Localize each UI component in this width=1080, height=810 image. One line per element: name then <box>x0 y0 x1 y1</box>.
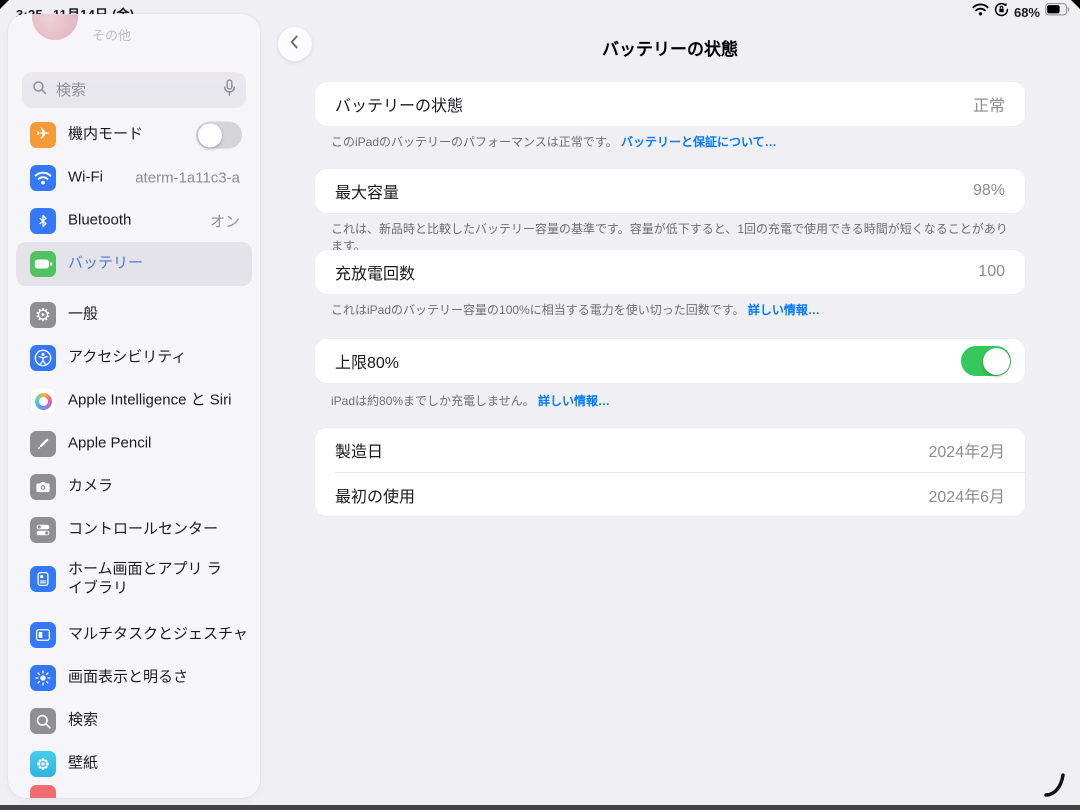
wallpaper-icon <box>30 751 56 777</box>
max-capacity-card: 最大容量 98% <box>315 169 1025 213</box>
sidebar-item-search[interactable]: 検索 <box>16 699 252 743</box>
battery-health-card: バッテリーの状態 正常 <box>315 82 1025 126</box>
sidebar-item-wifi[interactable]: Wi-Fi aterm-1a11c3-a <box>16 156 252 200</box>
battery-info-card: 製造日 2024年2月 最初の使用 2024年6月 <box>315 428 1025 516</box>
max-capacity-label: 最大容量 <box>335 179 399 203</box>
mic-icon[interactable] <box>223 79 236 102</box>
battery-health-value: 正常 <box>973 92 1005 116</box>
max-capacity-value: 98% <box>973 182 1005 200</box>
sidebar-item-label: 一般 <box>68 306 218 325</box>
manufacture-date-label: 製造日 <box>335 438 383 462</box>
gear-icon: ⚙ <box>30 302 56 328</box>
pencil-cursor-icon <box>1044 773 1066 802</box>
sidebar-item-label: アクセシビリティ <box>68 349 218 368</box>
sidebar-item-airplane-mode[interactable]: ✈ 機内モード <box>16 113 252 157</box>
first-use-row: 最初の使用 2024年6月 <box>315 473 1025 517</box>
wifi-icon <box>30 165 56 191</box>
sidebar-item-apple-intelligence-siri[interactable]: Apple Intelligence と Siri <box>16 379 252 423</box>
max-capacity-row: 最大容量 98% <box>315 169 1025 213</box>
screen-corner-artifact <box>0 0 9 9</box>
sidebar-item-multitasking[interactable]: マルチタスクとジェスチャ <box>16 613 252 657</box>
screen-corner-artifact <box>1071 0 1080 9</box>
battery-health-footnote: このiPadのバッテリーのパフォーマンスは正常です。 バッテリーと保証について… <box>331 134 1015 151</box>
footnote-text: iPadは約80%までしか充電しません。 <box>331 394 535 408</box>
cycle-count-card: 充放電回数 100 <box>315 250 1025 294</box>
charge-limit-row: 上限80% <box>315 339 1025 383</box>
wifi-status-icon <box>972 3 989 21</box>
home-screen-icon <box>30 566 56 592</box>
sidebar-item-label: ホーム画面とアプリ ライブラリ <box>68 560 223 598</box>
bottom-edge-strip <box>0 805 1080 810</box>
airplane-icon: ✈ <box>30 122 56 148</box>
footnote-text: これはiPadのバッテリー容量の100%に相当する電力を使い切った回数です。 <box>331 303 745 317</box>
bluetooth-icon <box>30 208 56 234</box>
brightness-icon <box>30 665 56 691</box>
charge-limit-label: 上限80% <box>335 349 399 373</box>
battery-percent-text: 68% <box>1014 5 1040 20</box>
sidebar-item-display-brightness[interactable]: 画面表示と明るさ <box>16 656 252 700</box>
sidebar-item-camera[interactable]: カメラ <box>16 465 252 509</box>
sidebar-item-label: コントロールセンター <box>68 521 218 540</box>
cycles-learn-more-link[interactable]: 詳しい情報… <box>748 303 820 317</box>
sidebar-item-clipped[interactable] <box>16 785 252 798</box>
charge-limit-toggle[interactable] <box>961 346 1011 376</box>
sidebar-item-battery[interactable]: バッテリー <box>16 242 252 286</box>
sidebar-peek-item-others[interactable]: その他 <box>92 25 131 44</box>
first-use-value: 2024年6月 <box>929 483 1006 507</box>
search-input[interactable] <box>54 81 216 100</box>
cycle-count-value: 100 <box>978 263 1005 281</box>
footnote-text: これは、新品時と比較したバッテリー容量の基準です。容量が低下すると、1回の充電で… <box>331 222 1008 253</box>
sidebar-item-home-screen[interactable]: ホーム画面とアプリ ライブラリ <box>16 551 252 607</box>
camera-icon <box>30 474 56 500</box>
manufacture-date-value: 2024年2月 <box>929 438 1006 462</box>
settings-sidebar: その他 ✈ 機内モード Wi-Fi aterm-1a11c3-a Bluetoo… <box>8 14 260 798</box>
sidebar-item-label: カメラ <box>68 478 218 497</box>
sidebar-item-label: Apple Pencil <box>68 435 218 454</box>
page-title: バッテリーの状態 <box>260 35 1080 60</box>
apple-intelligence-icon <box>30 388 56 414</box>
manufacture-date-row: 製造日 2024年2月 <box>315 428 1025 472</box>
sidebar-item-label: マルチタスクとジェスチャ <box>68 626 253 645</box>
sidebar-item-accessibility[interactable]: アクセシビリティ <box>16 336 252 380</box>
avatar[interactable] <box>32 14 78 40</box>
sidebar-item-control-center[interactable]: コントロールセンター <box>16 508 252 552</box>
search-field[interactable] <box>22 72 246 108</box>
battery-health-label: バッテリーの状態 <box>335 92 463 116</box>
accessibility-icon <box>30 345 56 371</box>
first-use-label: 最初の使用 <box>335 483 415 507</box>
sidebar-item-value: オン <box>210 211 240 232</box>
warranty-link[interactable]: バッテリーと保証について… <box>621 135 777 149</box>
sidebar-item-label: Apple Intelligence と Siri <box>68 392 258 411</box>
cycle-count-label: 充放電回数 <box>335 260 415 284</box>
control-center-icon <box>30 517 56 543</box>
limit-learn-more-link[interactable]: 詳しい情報… <box>538 394 610 408</box>
cycle-count-footnote: これはiPadのバッテリー容量の100%に相当する電力を使い切った回数です。 詳… <box>331 302 1015 319</box>
cycle-count-row: 充放電回数 100 <box>315 250 1025 294</box>
airplane-mode-toggle[interactable] <box>196 122 242 149</box>
clipped-app-icon <box>30 785 56 798</box>
magnifier-icon <box>30 708 56 734</box>
sidebar-item-wallpaper[interactable]: 壁紙 <box>16 742 252 786</box>
battery-health-row: バッテリーの状態 正常 <box>315 82 1025 126</box>
battery-status-icon <box>1045 3 1070 21</box>
charge-limit-footnote: iPadは約80%までしか充電しません。 詳しい情報… <box>331 393 1015 410</box>
multitask-icon <box>30 622 56 648</box>
pencil-icon <box>30 431 56 457</box>
sidebar-item-bluetooth[interactable]: Bluetooth オン <box>16 199 252 243</box>
sidebar-item-apple-pencil[interactable]: Apple Pencil <box>16 422 252 466</box>
sidebar-item-value: aterm-1a11c3-a <box>135 170 240 187</box>
rotation-lock-icon <box>994 2 1009 22</box>
battery-app-icon <box>30 251 56 277</box>
charge-limit-card: 上限80% <box>315 339 1025 383</box>
sidebar-item-label: 壁紙 <box>68 755 218 774</box>
search-icon <box>32 80 47 100</box>
sidebar-item-label: 検索 <box>68 712 218 731</box>
footnote-text: このiPadのバッテリーのパフォーマンスは正常です。 <box>331 135 618 149</box>
sidebar-item-label: 画面表示と明るさ <box>68 669 253 688</box>
sidebar-item-general[interactable]: ⚙ 一般 <box>16 293 252 337</box>
sidebar-item-label: Bluetooth <box>68 212 218 231</box>
sidebar-item-label: バッテリー <box>68 255 218 274</box>
